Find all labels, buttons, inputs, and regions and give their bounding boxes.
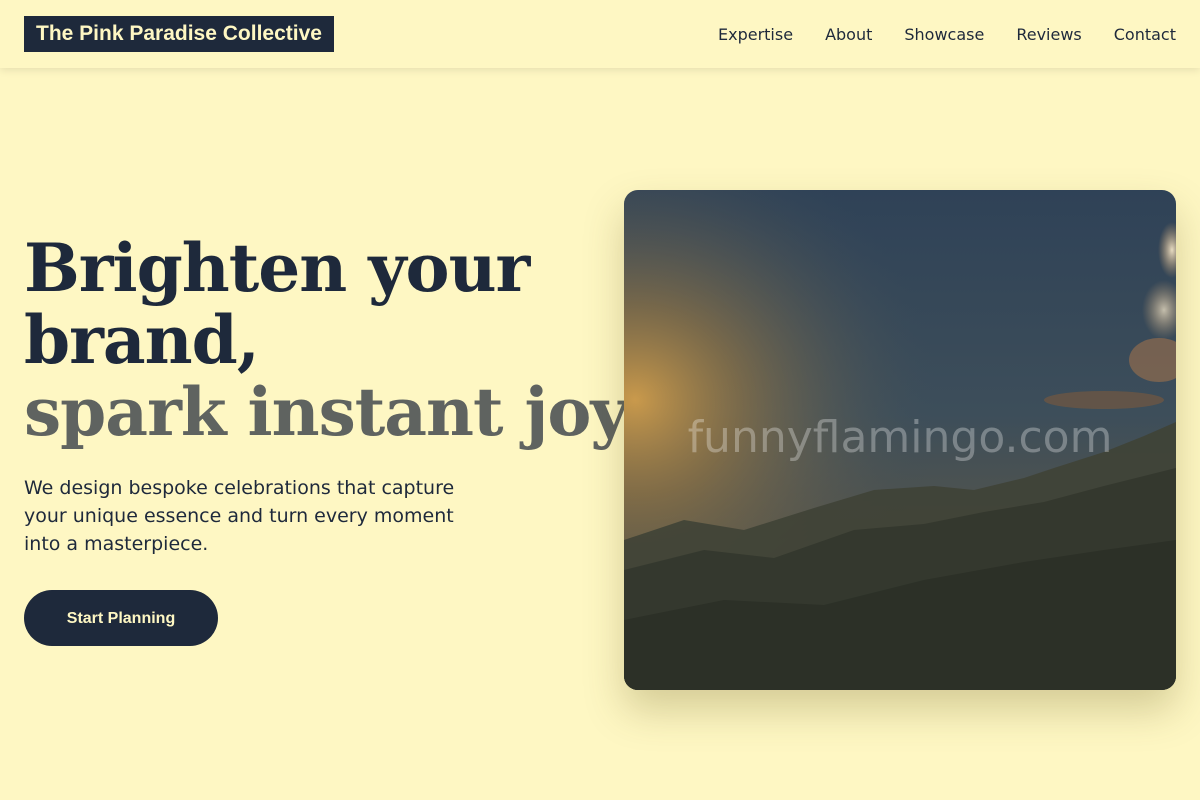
- logo[interactable]: The Pink Paradise Collective: [24, 16, 334, 52]
- nav-link-showcase[interactable]: Showcase: [904, 25, 984, 44]
- hero-text: Brighten your brand, spark instant joy. …: [24, 229, 643, 558]
- headline-line-2: brand,: [24, 301, 260, 379]
- headline-line-1: Brighten your: [24, 229, 530, 307]
- hero-headline: Brighten your brand, spark instant joy.: [24, 229, 643, 451]
- hero-subtext: We design bespoke celebrations that capt…: [24, 477, 455, 555]
- headline-line-3: spark instant joy.: [24, 373, 643, 451]
- nav-link-contact[interactable]: Contact: [1114, 25, 1176, 44]
- hero-image: funnyflamingo.com: [624, 190, 1176, 690]
- site-header: The Pink Paradise Collective Expertise A…: [0, 0, 1200, 68]
- nav-link-expertise[interactable]: Expertise: [718, 25, 793, 44]
- nav-link-reviews[interactable]: Reviews: [1016, 25, 1081, 44]
- image-watermark: funnyflamingo.com: [687, 412, 1113, 463]
- start-planning-button[interactable]: Start Planning: [24, 590, 218, 646]
- main-nav: Expertise About Showcase Reviews Contact: [718, 0, 1176, 68]
- nav-link-about[interactable]: About: [825, 25, 872, 44]
